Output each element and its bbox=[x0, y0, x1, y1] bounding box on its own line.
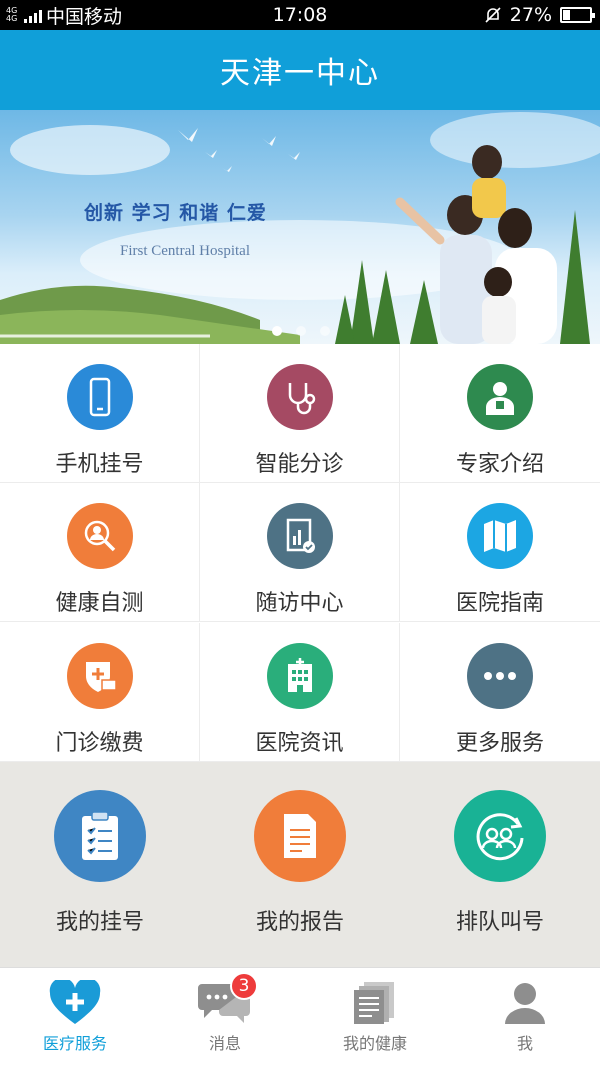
tab-label: 医疗服务 bbox=[42, 1034, 107, 1053]
carousel-indicator[interactable] bbox=[272, 326, 330, 336]
status-bar: 4G 4G 中国移动 17:08 27% bbox=[0, 0, 600, 30]
tab-medical-services[interactable]: 医疗服务 bbox=[0, 968, 150, 1067]
carousel-dot[interactable] bbox=[272, 326, 282, 336]
carousel-dot[interactable] bbox=[320, 326, 330, 336]
banner-slogan: 创新 学习 和谐 仁爱 bbox=[84, 202, 267, 224]
service-phone-registration[interactable]: 手机挂号 bbox=[0, 344, 200, 483]
service-label: 门诊缴费 bbox=[55, 730, 144, 756]
service-label: 智能分诊 bbox=[255, 452, 344, 477]
map-icon bbox=[467, 503, 533, 570]
report-chart-icon bbox=[266, 503, 333, 570]
service-label: 更多服务 bbox=[455, 730, 544, 756]
clipboard-icon bbox=[54, 790, 146, 882]
banner-hospital-name: First Central Hospital bbox=[120, 243, 250, 259]
battery-icon bbox=[560, 7, 595, 23]
tab-label: 我的健康 bbox=[342, 1034, 407, 1053]
service-outpatient-payment[interactable]: 门诊缴费 bbox=[0, 622, 200, 762]
service-label: 随访中心 bbox=[255, 591, 344, 617]
tab-label: 我 bbox=[516, 1034, 533, 1053]
tab-messages[interactable]: 3 消息 bbox=[150, 968, 300, 1067]
doctor-icon bbox=[467, 364, 533, 430]
service-label: 健康自测 bbox=[55, 591, 144, 617]
person-icon bbox=[505, 983, 545, 1024]
documents-icon bbox=[354, 982, 394, 1024]
service-grid: 手机挂号 智能分诊 专家介绍 健康自测 随访中心 医院指南 门诊缴费 医院资讯 … bbox=[0, 344, 600, 762]
payment-icon bbox=[66, 642, 133, 709]
tab-label: 消息 bbox=[208, 1034, 241, 1053]
hospital-building-icon bbox=[266, 642, 333, 709]
phone-icon bbox=[66, 364, 133, 430]
service-label: 手机挂号 bbox=[55, 452, 144, 477]
search-person-icon bbox=[66, 503, 133, 570]
quick-action-label: 我的挂号 bbox=[55, 910, 144, 935]
queue-icon bbox=[454, 790, 546, 882]
service-label: 医院指南 bbox=[455, 591, 544, 617]
service-hospital-news[interactable]: 医院资讯 bbox=[200, 622, 400, 762]
tab-me[interactable]: 我 bbox=[450, 968, 600, 1067]
quick-action-label: 我的报告 bbox=[255, 910, 344, 935]
service-hospital-guide[interactable]: 医院指南 bbox=[400, 483, 600, 623]
banner-illustration bbox=[0, 112, 600, 344]
quick-actions: 我的挂号 我的报告 排队叫号 bbox=[0, 762, 600, 967]
heart-plus-icon bbox=[49, 980, 101, 1024]
banner-carousel[interactable]: 创新 学习 和谐 仁爱 First Central Hospital bbox=[0, 110, 600, 344]
service-more[interactable]: 更多服务 bbox=[400, 623, 600, 762]
quick-action-label: 排队叫号 bbox=[455, 910, 544, 935]
my-registration-button[interactable]: 我的挂号 bbox=[0, 762, 200, 967]
battery-percent: 27% bbox=[509, 4, 552, 26]
carousel-dot[interactable] bbox=[296, 326, 306, 336]
service-expert-intro[interactable]: 专家介绍 bbox=[400, 344, 600, 483]
document-icon bbox=[254, 790, 346, 882]
bottom-tab-bar: 医疗服务 3 消息 我的健康 我 bbox=[0, 967, 600, 1067]
service-follow-up-center[interactable]: 随访中心 bbox=[200, 483, 400, 623]
my-report-button[interactable]: 我的报告 bbox=[200, 762, 400, 967]
more-icon bbox=[467, 642, 533, 709]
queue-number-button[interactable]: 排队叫号 bbox=[400, 762, 600, 967]
service-health-self-test[interactable]: 健康自测 bbox=[0, 483, 200, 623]
mute-bell-icon bbox=[485, 7, 501, 23]
app-header: 天津一中心 bbox=[0, 30, 600, 110]
unread-badge: 3 bbox=[230, 972, 258, 1000]
service-smart-triage[interactable]: 智能分诊 bbox=[200, 344, 400, 483]
service-label: 专家介绍 bbox=[455, 452, 544, 477]
tab-my-health[interactable]: 我的健康 bbox=[300, 968, 450, 1067]
page-title: 天津一中心 bbox=[220, 56, 380, 91]
stethoscope-icon bbox=[266, 364, 333, 430]
service-label: 医院资讯 bbox=[255, 730, 344, 756]
